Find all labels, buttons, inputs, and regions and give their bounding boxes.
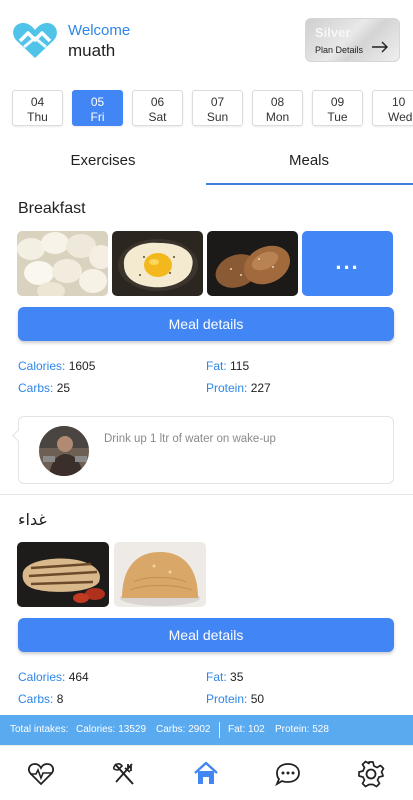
chat-icon <box>275 763 300 787</box>
calories-label: Calories: <box>18 670 66 684</box>
date-day: Mon <box>265 110 290 124</box>
nav-health-button[interactable] <box>27 760 55 788</box>
date-number: 04 <box>30 95 45 109</box>
lunch-fat: Fat: 35 <box>206 670 243 684</box>
food-image-fried-egg[interactable] <box>112 231 203 296</box>
calories-value: 464 <box>68 670 89 684</box>
total-carbs: Carbs: 2902 <box>156 724 211 735</box>
date-day: Sat <box>148 110 167 124</box>
plan-details-button[interactable]: Silver Plan Details <box>305 18 400 62</box>
protein-label: Protein: <box>206 692 248 706</box>
date-day: Fri <box>90 110 105 124</box>
section-divider <box>0 494 413 495</box>
date-day: Sun <box>206 110 229 124</box>
food-image-eggs[interactable] <box>17 231 108 296</box>
carbs-label: Carbs: <box>18 692 54 706</box>
utensils-icon <box>112 763 134 785</box>
carbs-value: 8 <box>56 692 64 706</box>
coach-avatar <box>39 426 89 476</box>
date-number: 06 <box>150 95 165 109</box>
carbs-label: Carbs: <box>18 381 54 395</box>
arrow-right-icon <box>372 41 388 53</box>
food-image-grilled-chicken[interactable] <box>17 542 109 607</box>
date-number: 09 <box>330 95 345 109</box>
fried-egg-image <box>112 231 203 296</box>
date-chip-thu[interactable]: 04 Thu <box>12 90 63 126</box>
total-intakes-bar: Total intakes: Calories: 13529 Carbs: 29… <box>0 715 413 745</box>
nav-home-button[interactable] <box>192 760 220 788</box>
welcome-label: Welcome <box>68 22 131 39</box>
meal-title-breakfast: Breakfast <box>18 200 86 217</box>
totals-separator <box>219 722 220 738</box>
food-image-bread[interactable] <box>207 231 298 296</box>
date-number: 08 <box>270 95 285 109</box>
lunch-carbs: Carbs: 8 <box>18 692 63 706</box>
rice-dome-image <box>114 542 206 607</box>
date-number: 07 <box>210 95 225 109</box>
calories-label: Calories: <box>18 359 66 373</box>
tab-bar: Exercises Meals <box>0 140 413 186</box>
total-protein: Protein: 528 <box>275 724 329 735</box>
note-bubble-tail <box>12 429 25 442</box>
tab-exercises[interactable]: Exercises <box>0 140 206 184</box>
date-chip-mon[interactable]: 08 Mon <box>252 90 303 126</box>
total-calories: Calories: 13529 <box>76 724 147 735</box>
nav-meals-button[interactable] <box>110 760 138 788</box>
plan-details-label: Plan Details <box>315 45 364 55</box>
protein-value: 50 <box>250 692 265 706</box>
date-number: 10 <box>392 95 406 109</box>
bread-rolls-image <box>207 231 298 296</box>
breakfast-calories: Calories: 1605 <box>18 359 95 373</box>
heart-logo-icon <box>13 23 57 58</box>
date-chip-sun[interactable]: 07 Sun <box>192 90 243 126</box>
meal-title-lunch: غداء <box>18 512 47 529</box>
date-selector: 04 Thu 05 Fri 06 Sat 07 Sun 08 Mon 09 Tu… <box>0 90 413 128</box>
coach-photo-image <box>39 426 89 476</box>
plan-tier-label: Silver <box>315 25 351 40</box>
bottom-navigation <box>0 745 413 800</box>
tab-indicator <box>206 183 413 185</box>
breakfast-fat: Fat: 115 <box>206 359 249 373</box>
lunch-calories: Calories: 464 <box>18 670 89 684</box>
nav-settings-button[interactable] <box>357 760 385 788</box>
total-fat: Fat: 102 <box>228 724 265 735</box>
fat-label: Fat: <box>206 670 227 684</box>
more-images-button[interactable]: ... <box>302 231 393 296</box>
heartbeat-icon <box>28 763 54 786</box>
lunch-meal-details-button[interactable]: Meal details <box>18 618 394 652</box>
protein-value: 227 <box>250 381 271 395</box>
date-day: Thu <box>27 110 48 124</box>
carbs-value: 25 <box>56 381 71 395</box>
fat-label: Fat: <box>206 359 227 373</box>
nav-chat-button[interactable] <box>274 760 302 788</box>
date-chip-sat[interactable]: 06 Sat <box>132 90 183 126</box>
boiled-eggs-image <box>17 231 108 296</box>
lunch-protein: Protein: 50 <box>206 692 264 706</box>
gear-icon <box>358 760 385 788</box>
breakfast-protein: Protein: 227 <box>206 381 271 395</box>
fat-value: 115 <box>230 359 250 373</box>
food-image-rice[interactable] <box>114 542 206 607</box>
breakfast-meal-details-button[interactable]: Meal details <box>18 307 394 341</box>
date-day: Tue <box>327 110 348 124</box>
date-chip-tue[interactable]: 09 Tue <box>312 90 363 126</box>
coach-note-card: Drink up 1 ltr of water on wake-up <box>12 416 394 484</box>
grilled-chicken-image <box>17 542 109 607</box>
fat-value: 35 <box>230 670 244 684</box>
coach-note-text: Drink up 1 ltr of water on wake-up <box>104 433 276 445</box>
breakfast-carbs: Carbs: 25 <box>18 381 70 395</box>
date-number: 05 <box>90 95 105 109</box>
more-label: ... <box>335 249 360 274</box>
date-chip-wed[interactable]: 10 Wed <box>372 90 413 126</box>
tab-meals[interactable]: Meals <box>206 140 412 184</box>
calories-value: 1605 <box>68 359 96 373</box>
protein-label: Protein: <box>206 381 248 395</box>
date-day: Wed <box>388 110 413 124</box>
home-icon <box>194 761 218 784</box>
date-chip-fri[interactable]: 05 Fri <box>72 90 123 126</box>
username-label: muath <box>68 41 116 60</box>
app-header: Welcome muath Silver Plan Details <box>0 0 413 80</box>
total-intakes-label: Total intakes: <box>10 724 69 735</box>
